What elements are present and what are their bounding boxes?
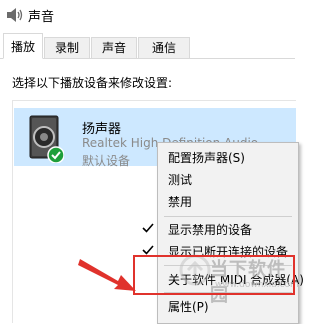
pointer-arrow-icon bbox=[78, 259, 136, 291]
menu-separator bbox=[164, 216, 292, 217]
menu-item-disable[interactable]: 禁用 bbox=[158, 191, 298, 213]
instruction-text: 选择以下播放设备来修改设置: bbox=[12, 76, 173, 90]
tab-playback[interactable]: 播放 bbox=[3, 33, 43, 59]
menu-item-configure-speakers[interactable]: 配置扬声器(S) bbox=[158, 147, 298, 169]
menu-item-label: 禁用 bbox=[168, 195, 193, 209]
tab-communications[interactable]: 通信 bbox=[138, 37, 190, 58]
tab-strip: 播放 录制 声音 通信 bbox=[0, 33, 295, 59]
check-icon bbox=[142, 223, 154, 233]
device-status: 默认设备 bbox=[82, 154, 131, 168]
menu-item-test[interactable]: 测试 bbox=[158, 169, 298, 191]
menu-item-label: 显示禁用的设备 bbox=[168, 223, 253, 237]
highlight-box bbox=[133, 255, 295, 295]
window-title: 声音 bbox=[28, 10, 55, 25]
menu-item-label: 测试 bbox=[168, 173, 193, 187]
speaker-icon bbox=[7, 8, 23, 22]
tab-sounds[interactable]: 声音 bbox=[91, 37, 137, 58]
device-name: 扬声器 bbox=[82, 122, 122, 137]
tab-divider bbox=[0, 58, 295, 59]
speaker-icon bbox=[29, 115, 64, 163]
tab-recording[interactable]: 录制 bbox=[44, 37, 90, 58]
green-check-icon bbox=[47, 146, 64, 163]
menu-item-show-disabled[interactable]: 显示禁用的设备 bbox=[158, 219, 298, 241]
title-bar: 声音 bbox=[0, 0, 295, 30]
menu-item-label: 配置扬声器(S) bbox=[168, 151, 245, 165]
